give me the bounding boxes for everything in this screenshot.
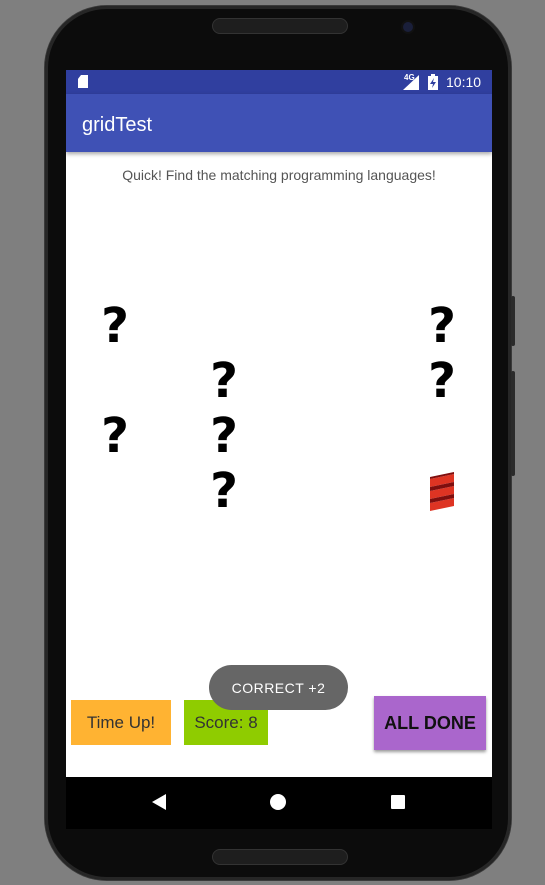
grid-tile[interactable]: ? bbox=[196, 408, 252, 464]
front-camera bbox=[403, 22, 413, 32]
grid-tile[interactable]: ? bbox=[196, 463, 252, 519]
screen: 4G 10:10 gridTest Quick! Find the matchi… bbox=[66, 70, 492, 777]
battery-charging-icon bbox=[428, 74, 438, 90]
power-button bbox=[511, 296, 515, 346]
home-icon[interactable] bbox=[270, 794, 286, 810]
scala-logo-icon bbox=[430, 472, 454, 511]
app-bar: gridTest bbox=[66, 94, 492, 152]
navigation-bar bbox=[66, 777, 492, 829]
app-title: gridTest bbox=[82, 114, 153, 136]
recent-apps-icon[interactable] bbox=[391, 795, 405, 809]
grid-tile[interactable]: ? bbox=[196, 353, 252, 409]
grid-tile-revealed[interactable] bbox=[414, 463, 470, 519]
all-done-button[interactable]: ALL DONE bbox=[374, 696, 486, 750]
tile-label: ? bbox=[101, 408, 129, 464]
tile-label: ? bbox=[428, 353, 456, 409]
instruction-text: Quick! Find the matching programming lan… bbox=[122, 167, 436, 183]
tile-label: ? bbox=[210, 463, 238, 519]
volume-button bbox=[511, 371, 515, 476]
time-up-button[interactable]: Time Up! bbox=[71, 700, 171, 745]
status-clock: 10:10 bbox=[446, 74, 482, 90]
status-bar: 4G 10:10 bbox=[66, 70, 492, 94]
back-icon[interactable] bbox=[152, 794, 166, 810]
grid-tile[interactable]: ? bbox=[87, 408, 143, 464]
grid-tile[interactable]: ? bbox=[87, 298, 143, 354]
tile-label: ? bbox=[428, 298, 456, 354]
tile-label: ? bbox=[210, 353, 238, 409]
earpiece-speaker bbox=[212, 18, 348, 34]
sd-card-icon bbox=[78, 75, 88, 88]
bottom-speaker bbox=[212, 849, 348, 865]
network-type-label: 4G bbox=[404, 73, 415, 82]
tile-label: ? bbox=[101, 298, 129, 354]
toast-message: CORRECT +2 bbox=[209, 665, 348, 710]
grid-tile[interactable]: ? bbox=[414, 298, 470, 354]
grid-tile[interactable]: ? bbox=[414, 353, 470, 409]
tile-label: ? bbox=[210, 408, 238, 464]
